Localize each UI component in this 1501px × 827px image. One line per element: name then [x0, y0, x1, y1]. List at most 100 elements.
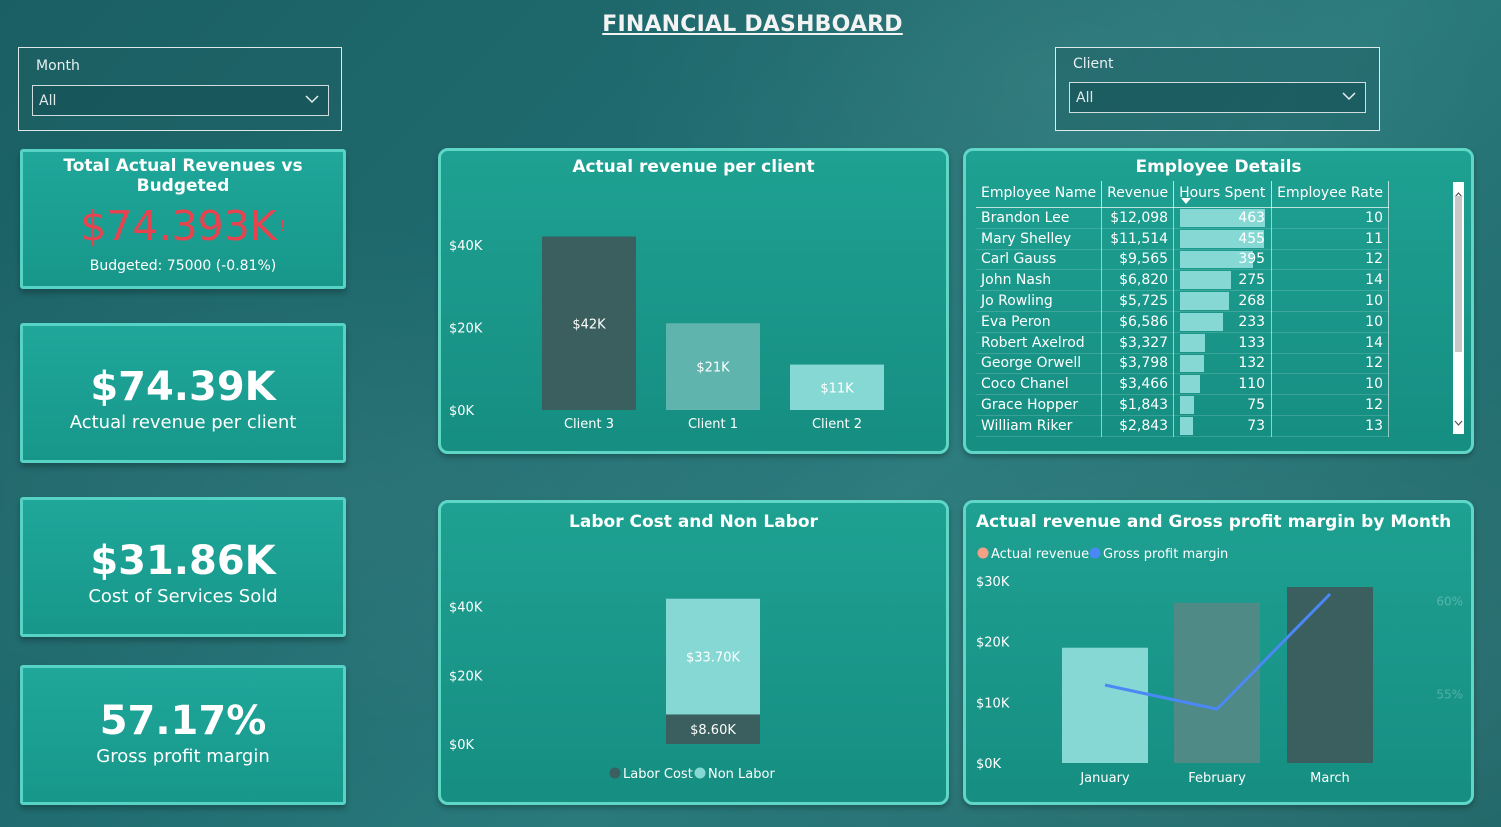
cell-employee-name: Jo Rowling [976, 290, 1103, 312]
table-row[interactable]: Eva Peron $6,586 233 10 [976, 311, 1389, 333]
cell-hours-spent: 132 [1173, 353, 1273, 375]
cell-hours-spent: 268 [1173, 290, 1273, 312]
cell-employee-rate: 13 [1271, 415, 1389, 437]
legend-label: Actual revenue [991, 547, 1089, 562]
cell-employee-rate: 10 [1271, 311, 1389, 333]
y-tick-label: $0K [449, 738, 475, 753]
cell-employee-name: William Riker [976, 415, 1103, 437]
kpi-value: $74.39K [90, 364, 276, 410]
col-employee-rate[interactable]: Employee Rate [1271, 181, 1389, 208]
revenue-margin-panel[interactable]: Actual revenue and Gross profit margin b… [963, 500, 1474, 805]
cell-hours-spent: 73 [1173, 415, 1273, 437]
month-dropdown[interactable]: All [32, 85, 329, 116]
kpi-budget-text: Budgeted: 75000 (-0.81%) [89, 258, 277, 274]
table-row[interactable]: Grace Hopper $1,843 75 12 [976, 394, 1389, 416]
hours-value: 455 [1238, 230, 1266, 247]
cell-employee-rate: 10 [1271, 373, 1389, 396]
table-row[interactable]: Mary Shelley $11,514 455 11 [976, 228, 1389, 250]
cell-revenue: $9,565 [1101, 249, 1175, 271]
chevron-down-icon [304, 90, 320, 112]
month-slicer-label: Month [36, 58, 80, 74]
hours-value: 233 [1238, 313, 1266, 330]
table-row[interactable]: Brandon Lee $12,098 463 10 [976, 207, 1389, 229]
table-row[interactable]: William Riker $2,843 73 13 [976, 415, 1389, 437]
alert-icon: ! [279, 217, 286, 235]
client-slicer-label: Client [1073, 56, 1114, 72]
y-tick-label: $10K [976, 696, 1010, 711]
table-row[interactable]: George Orwell $3,798 132 12 [976, 353, 1389, 375]
cell-employee-name: Carl Gauss [976, 249, 1103, 271]
cell-hours-spent: 455 [1173, 228, 1273, 250]
cell-employee-name: Eva Peron [976, 311, 1103, 333]
x-tick-label: February [1188, 771, 1246, 786]
x-tick-label: Client 1 [688, 417, 738, 432]
table-scrollbar[interactable] [1453, 182, 1464, 434]
table-row[interactable]: Robert Axelrod $3,327 133 14 [976, 332, 1389, 354]
cell-hours-spent: 110 [1173, 373, 1273, 396]
table-row[interactable]: Carl Gauss $9,565 395 12 [976, 249, 1389, 271]
legend-marker [694, 767, 706, 779]
hours-value: 268 [1238, 293, 1266, 310]
y2-tick-label: 55% [1436, 687, 1463, 701]
cell-employee-name: Mary Shelley [976, 228, 1103, 250]
cell-hours-spent: 463 [1173, 207, 1273, 229]
client-dropdown[interactable]: All [1069, 82, 1366, 113]
kpi-title: Total Actual Revenues vs Budgeted [63, 156, 303, 196]
hours-value: 73 [1247, 417, 1266, 434]
cell-hours-spent: 233 [1173, 311, 1273, 333]
kpi-value: $31.86K [90, 538, 276, 584]
labor-cost-panel[interactable]: Labor Cost and Non Labor $0K $20K $40K $8.6… [438, 500, 949, 805]
page-title: FINANCIAL DASHBOARD [602, 12, 903, 37]
revenue-per-client-panel[interactable]: Actual revenue per client $0K $20K $40K $42… [438, 148, 949, 454]
cell-employee-rate: 12 [1271, 353, 1389, 375]
bar [1174, 602, 1260, 763]
x-tick-label: Client 3 [564, 417, 614, 432]
cell-hours-spent: 275 [1173, 269, 1273, 292]
cell-employee-rate: 14 [1271, 269, 1389, 292]
cell-employee-name: George Orwell [976, 353, 1103, 375]
kpi-value: 57.17% [99, 698, 267, 744]
hours-value: 132 [1238, 355, 1266, 372]
cell-employee-name: John Nash [976, 269, 1103, 292]
col-hours-spent[interactable]: Hours Spent [1173, 181, 1273, 208]
data-label: $11K [820, 381, 854, 396]
employee-details-panel[interactable]: Employee Details Employee Name Revenue H… [963, 148, 1474, 454]
kpi-cost-of-services[interactable]: $31.86K Cost of Services Sold [20, 497, 346, 637]
y-tick-label: $20K [976, 636, 1010, 651]
cell-revenue: $3,798 [1101, 353, 1175, 375]
hours-value: 75 [1247, 397, 1266, 414]
hours-value: 133 [1238, 334, 1266, 351]
data-label: $8.60K [690, 723, 736, 738]
client-dropdown-value: All [1076, 90, 1094, 106]
y-tick-label: $0K [976, 757, 1002, 772]
hours-value: 110 [1238, 376, 1266, 393]
kpi-revenue-vs-budget[interactable]: Total Actual Revenues vs Budgeted $74.39… [20, 149, 346, 289]
legend-marker [977, 547, 989, 559]
y2-tick-label: 60% [1436, 594, 1463, 608]
table-row[interactable]: Jo Rowling $5,725 268 10 [976, 290, 1389, 312]
kpi-actual-revenue[interactable]: $74.39K Actual revenue per client [20, 323, 346, 463]
table-viewport: Employee Name Revenue Hours Spent Employ… [976, 181, 1450, 443]
revenue-per-client-chart: $0K $20K $40K $42K Client 3 $21K Client 1 $11K C… [449, 236, 884, 432]
table-row[interactable]: John Nash $6,820 275 14 [976, 269, 1389, 292]
legend-label: Non Labor [708, 767, 775, 782]
cell-revenue: $6,820 [1101, 269, 1175, 292]
hours-value: 275 [1238, 272, 1266, 289]
col-employee-name[interactable]: Employee Name [976, 181, 1103, 208]
legend-label: Labor Cost [623, 767, 693, 782]
legend-marker [609, 767, 621, 779]
kpi-gross-margin[interactable]: 57.17% Gross profit margin [20, 665, 346, 805]
col-hours-spent-label: Hours Spent [1179, 185, 1266, 201]
y-tick-label: $40K [449, 601, 483, 616]
revenue-margin-chart: Actual revenue Gross profit margin $0K $10K… [976, 547, 1463, 786]
cell-hours-spent: 133 [1173, 332, 1273, 354]
table-row[interactable]: Coco Chanel $3,466 110 10 [976, 373, 1389, 396]
cell-employee-rate: 10 [1271, 290, 1389, 312]
x-tick-label: March [1310, 771, 1350, 786]
scrollbar-thumb[interactable] [1455, 196, 1462, 352]
scroll-down-icon[interactable] [1454, 412, 1463, 431]
cell-employee-rate: 11 [1271, 228, 1389, 250]
bar [1062, 647, 1148, 763]
col-revenue[interactable]: Revenue [1101, 181, 1175, 208]
cell-revenue: $3,466 [1101, 373, 1175, 396]
